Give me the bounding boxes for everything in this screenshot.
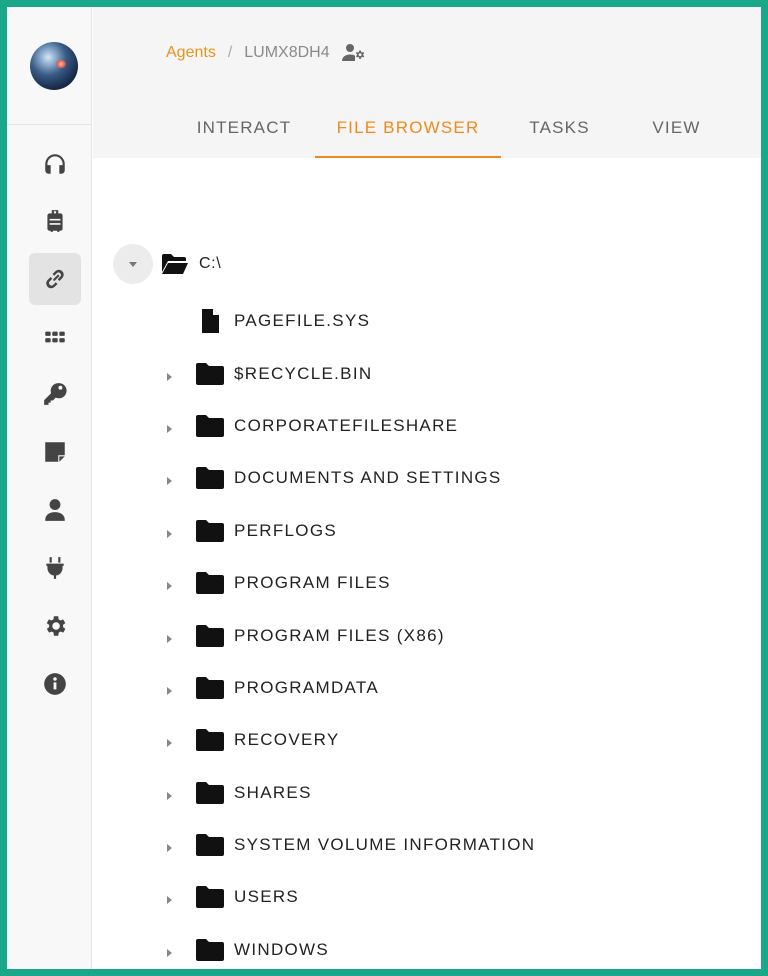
tree-item-label: PERFLOGS [234,520,337,540]
tree-items: PAGEFILE.SYS $RECYCLE.BIN CORPORATEFILES… [93,295,761,969]
tree-item-label: DOCUMENTS AND SETTINGS [234,468,502,488]
sidebar-item-grid[interactable] [29,311,81,363]
sidebar-item-note[interactable] [29,426,81,478]
plug-icon [46,557,64,579]
tree-item-label: USERS [234,887,300,907]
tree-item-folder[interactable]: PROGRAMDATA [93,662,761,714]
tree-item-folder[interactable]: DOCUMENTS AND SETTINGS [93,452,761,504]
user-icon [45,499,65,521]
tree-item-label: PROGRAMDATA [234,677,379,697]
breadcrumb-separator: / [227,44,233,61]
tree-item-folder[interactable]: CORPORATEFILESHARE [93,400,761,452]
sidebar-item-suitcase[interactable] [29,195,81,247]
tree-item-folder[interactable]: PROGRAM FILES (X86) [93,609,761,661]
caret-right-icon[interactable] [164,892,174,905]
suitcase-icon [47,210,63,232]
caret-right-icon[interactable] [164,473,174,486]
sticky-note-icon [45,442,65,462]
folder-icon [195,781,225,805]
tree-item-folder[interactable]: USERS [93,871,761,923]
tree-root-row[interactable]: C:\ [113,244,221,284]
tree-item-label: $RECYCLE.BIN [234,363,373,383]
tree-item-folder[interactable]: PROGRAM FILES [93,557,761,609]
breadcrumb-agents-link[interactable]: Agents [166,44,216,62]
tree-item-label: PAGEFILE.SYS [234,311,371,331]
link-icon [46,269,64,289]
caret-right-icon[interactable] [164,421,174,433]
tree-item-folder[interactable]: WINDOWS [93,924,761,969]
tab-bar: INTERACT FILE BROWSER TASKS VIEW [173,109,735,158]
folder-open-icon [161,253,189,275]
tree-item-folder[interactable]: PERFLOGS [93,505,761,557]
caret-right-icon[interactable] [164,526,174,538]
folder-icon [195,885,225,909]
caret-right-icon[interactable] [164,735,174,748]
folder-icon [195,833,225,857]
caret-right-icon[interactable] [164,578,174,591]
tree-item-label: PROGRAM FILES [234,573,391,593]
file-icon [195,309,225,334]
key-icon [44,383,67,405]
folder-icon [195,466,225,490]
sidebar-item-plug[interactable] [29,542,81,594]
info-icon [44,673,66,695]
folder-icon [195,414,225,438]
folder-icon [195,362,225,386]
sidebar [7,7,92,969]
caret-right-icon[interactable] [164,840,174,853]
tree-item-label: SYSTEM VOLUME INFORMATION [234,835,536,855]
folder-icon [195,519,225,543]
tree-item-label: WINDOWS [234,939,330,959]
header: Agents / LUMX8DH4 INTERACT FILE BROWSER … [93,7,761,158]
folder-icon [195,571,225,595]
tree-item-label: CORPORATEFILESHARE [234,415,459,435]
caret-right-icon[interactable] [164,788,174,800]
folder-icon [195,938,225,962]
avatar-area [7,7,91,125]
tree-item-folder[interactable]: SHARES [93,767,761,819]
user-gear-icon[interactable] [341,43,368,63]
tab-file-browser[interactable]: FILE BROWSER [315,109,501,158]
tree-item-label: SHARES [234,782,312,802]
avatar-highlight [56,60,66,68]
tab-interact[interactable]: INTERACT [173,109,315,158]
breadcrumb-current: LUMX8DH4 [244,44,330,61]
gear-icon [46,616,66,636]
file-tree: C:\ PAGEFILE.SYS $RECYCLE.BIN CORPORATEF… [93,158,761,969]
tab-tasks[interactable]: TASKS [501,109,618,158]
caret-down-icon [129,262,137,267]
tab-view[interactable]: VIEW [618,109,735,158]
breadcrumb: Agents / LUMX8DH4 [166,43,368,63]
sidebar-item-info[interactable] [29,658,81,710]
sidebar-item-settings[interactable] [29,600,81,652]
sidebar-item-link[interactable] [29,253,81,305]
tree-item-label: PROGRAM FILES (X86) [234,625,445,645]
tree-item-folder[interactable]: $RECYCLE.BIN [93,347,761,399]
sidebar-item-headphones[interactable] [29,138,81,190]
caret-right-icon[interactable] [164,683,174,695]
folder-icon [195,728,225,752]
folder-icon [195,624,225,648]
collapse-button[interactable] [113,244,153,284]
tree-item-folder[interactable]: RECOVERY [93,714,761,766]
tree-item-folder[interactable]: SYSTEM VOLUME INFORMATION [93,819,761,871]
headphones-icon [45,154,65,174]
sidebar-item-key[interactable] [29,368,81,420]
tree-item-label: RECOVERY [234,730,340,750]
avatar[interactable] [30,42,78,90]
app-frame: Agents / LUMX8DH4 INTERACT FILE BROWSER … [0,0,768,976]
folder-icon [195,676,225,700]
sidebar-item-user[interactable] [29,484,81,536]
caret-right-icon[interactable] [164,945,174,957]
tree-root-label: C:\ [199,255,222,272]
caret-right-icon[interactable] [164,631,174,643]
grid-icon [45,331,65,343]
tree-item-file[interactable]: PAGEFILE.SYS [93,295,761,347]
caret-right-icon[interactable] [164,369,174,381]
